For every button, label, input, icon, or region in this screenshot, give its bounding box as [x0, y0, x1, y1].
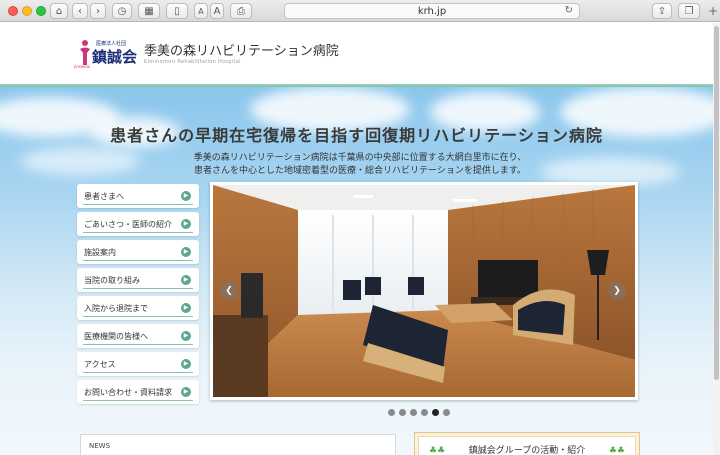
- logo-figure-icon: [80, 40, 90, 65]
- slide-photo-lounge: [213, 185, 635, 397]
- slide-prev-button[interactable]: ❮: [220, 282, 238, 300]
- browser-toolbar: ⌂ ‹ › ◷ ▦ ▯ A A ⎙ krh.jp ↻ ⇪ ❐ +: [0, 0, 720, 22]
- printer-icon: ⎙: [237, 5, 245, 17]
- logo-mark: 医療法人社団 鎮誠会 jinseikai: [74, 37, 144, 69]
- nav-item-access[interactable]: アクセス ▶: [77, 352, 199, 376]
- nav-item-initiatives[interactable]: 当院の取り組み ▶: [77, 268, 199, 292]
- nav-item-contact[interactable]: お問い合わせ・資料請求 ▶: [77, 380, 199, 404]
- reload-icon[interactable]: ↻: [565, 5, 573, 16]
- hero-title: 患者さんの早期在宅復帰を目指す回復期リハビリテーション病院: [110, 126, 603, 145]
- new-tab-button[interactable]: +: [706, 3, 720, 19]
- clover-icon: ♣♣: [429, 446, 446, 455]
- zoom-window-button[interactable]: [36, 6, 46, 16]
- site-header: 医療法人社団 鎮誠会 jinseikai 季美の森リハビリテーション病院 Kim…: [0, 23, 713, 85]
- slide-next-button[interactable]: ❯: [608, 282, 626, 300]
- tabs-button[interactable]: ❐: [678, 3, 700, 19]
- sidebar-icon: ▯: [174, 5, 180, 17]
- logo[interactable]: 医療法人社団 鎮誠会 jinseikai 季美の森リハビリテーション病院 Kim…: [74, 37, 339, 77]
- arrow-right-icon: ▶: [181, 387, 191, 397]
- close-window-button[interactable]: [8, 6, 18, 16]
- nav-item-label: ごあいさつ・医師の紹介: [84, 219, 172, 229]
- chevron-right-icon: ❯: [613, 286, 621, 296]
- font-smaller-button[interactable]: A: [194, 3, 208, 19]
- hero-description-line1: 季美の森リハビリテーション病院は千葉県の中央部に位置する大網白里市に在り、: [193, 153, 527, 163]
- nav-item-patients[interactable]: 患者さまへ ▶: [77, 184, 199, 208]
- news-title: NEWS: [89, 442, 111, 450]
- chevron-right-icon: ›: [96, 5, 100, 17]
- news-panel: NEWS: [80, 434, 396, 455]
- font-larger-button[interactable]: A: [210, 3, 224, 19]
- font-larger-label: A: [213, 5, 221, 17]
- home-button[interactable]: ⌂: [50, 3, 68, 19]
- group-activities-inner: ♣♣ 鎮誠会グループの活動・紹介 ♣♣: [418, 436, 636, 455]
- nav-item-medical-institutions[interactable]: 医療機関の皆様へ ▶: [77, 324, 199, 348]
- nav-item-admission-discharge[interactable]: 入院から退院まで ▶: [77, 296, 199, 320]
- logo-name: 鎮誠会: [92, 48, 138, 66]
- nav-item-facilities[interactable]: 施設案内 ▶: [77, 240, 199, 264]
- print-button[interactable]: ⎙: [230, 3, 252, 19]
- slideshow: ❮ ❯: [210, 182, 638, 400]
- sidebar-button[interactable]: ▯: [166, 3, 188, 19]
- nav-item-greeting-doctors[interactable]: ごあいさつ・医師の紹介 ▶: [77, 212, 199, 236]
- slide-dot-6[interactable]: [443, 409, 450, 416]
- arrow-right-icon: ▶: [181, 247, 191, 257]
- arrow-right-icon: ▶: [181, 359, 191, 369]
- group-activities-title: 鎮誠会グループの活動・紹介: [468, 446, 586, 455]
- slide-dot-3[interactable]: [410, 409, 417, 416]
- history-button[interactable]: ◷: [112, 3, 132, 19]
- share-button[interactable]: ⇪: [652, 3, 672, 19]
- tabs-icon: ❐: [684, 5, 694, 17]
- hospital-name-en: Kiminomori Rehabilitation Hospital: [144, 59, 241, 65]
- scrollbar-thumb[interactable]: [714, 26, 719, 380]
- logo-romaji: jinseikai: [74, 64, 91, 69]
- nav-item-label: 当院の取り組み: [84, 275, 140, 285]
- address-bar[interactable]: krh.jp ↻: [284, 3, 580, 19]
- nav-item-label: 医療機関の皆様へ: [84, 331, 148, 341]
- hero-description-line2: 患者さんを中心とした地域密着型の医療・総合リハビリテーションを提供します。: [194, 166, 526, 176]
- slide-dot-1[interactable]: [388, 409, 395, 416]
- nav-item-label: 入院から退院まで: [84, 303, 148, 313]
- arrow-right-icon: ▶: [181, 303, 191, 313]
- arrow-right-icon: ▶: [181, 191, 191, 201]
- forward-button[interactable]: ›: [90, 3, 106, 19]
- share-icon: ⇪: [657, 5, 667, 17]
- minimize-window-button[interactable]: [22, 6, 32, 16]
- group-activities-panel[interactable]: ♣♣ 鎮誠会グループの活動・紹介 ♣♣: [414, 432, 640, 455]
- arrow-right-icon: ▶: [181, 275, 191, 285]
- nav-item-label: アクセス: [84, 359, 116, 369]
- chevron-left-icon: ❮: [225, 286, 233, 296]
- clover-icon: ♣♣: [608, 446, 625, 455]
- plus-icon: +: [707, 4, 719, 18]
- nav-item-label: お問い合わせ・資料請求: [84, 387, 172, 397]
- url-text: krh.jp: [417, 5, 447, 17]
- arrow-right-icon: ▶: [181, 331, 191, 341]
- back-button[interactable]: ‹: [72, 3, 88, 19]
- hero-description: 季美の森リハビリテーション病院は千葉県の中央部に位置する大網白里市に在り、 患者…: [120, 152, 600, 178]
- arrow-right-icon: ▶: [181, 219, 191, 229]
- sidebar-nav: 患者さまへ ▶ ごあいさつ・医師の紹介 ▶ 施設案内 ▶ 当院の取り組み ▶ 入…: [77, 184, 199, 408]
- home-icon: ⌂: [55, 5, 63, 17]
- chevron-left-icon: ‹: [78, 5, 82, 17]
- slide-pagination: [388, 409, 450, 416]
- grid-icon: ▦: [144, 5, 154, 17]
- slide-dot-2[interactable]: [399, 409, 406, 416]
- top-sites-button[interactable]: ▦: [138, 3, 160, 19]
- font-smaller-label: A: [198, 6, 204, 16]
- clock-icon: ◷: [117, 5, 127, 17]
- slide-dot-5[interactable]: [432, 409, 439, 416]
- nav-item-label: 患者さまへ: [84, 191, 124, 201]
- nav-item-label: 施設案内: [84, 247, 116, 257]
- hospital-name: 季美の森リハビリテーション病院: [144, 44, 339, 59]
- slide-dot-4[interactable]: [421, 409, 428, 416]
